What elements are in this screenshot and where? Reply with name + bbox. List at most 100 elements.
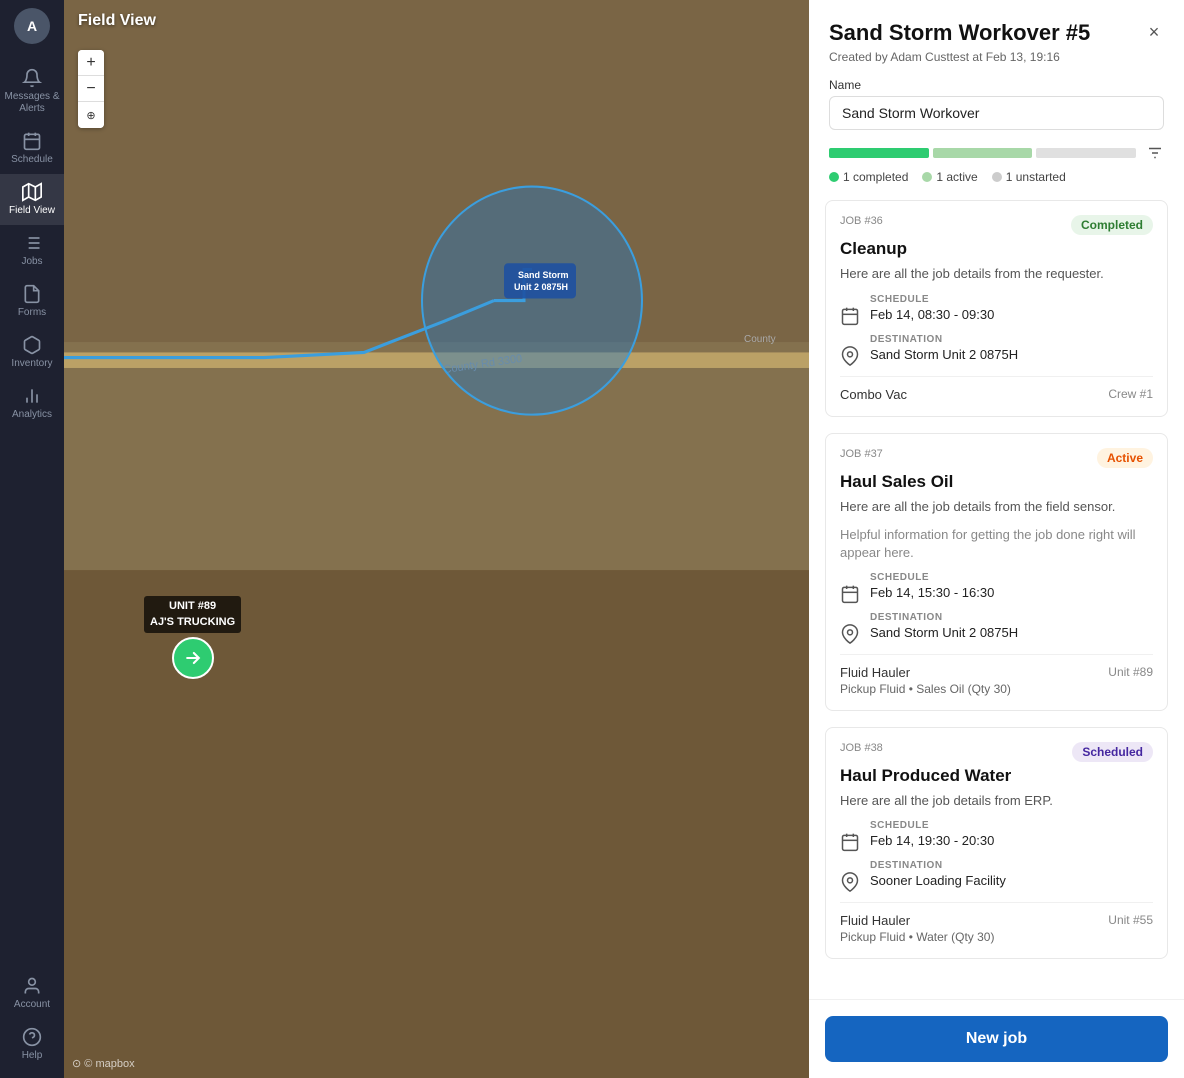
progress-bar (829, 144, 1164, 162)
calendar-icon-37 (840, 584, 860, 604)
job-37-detail: Pickup Fluid • Sales Oil (Qty 30) (840, 682, 1011, 696)
job-37-dest-row: DESTINATION Sand Storm Unit 2 0875H (840, 612, 1153, 644)
sidebar-item-messages[interactable]: Messages & Alerts (0, 60, 64, 123)
progress-filter-button[interactable] (1146, 144, 1164, 162)
sidebar-item-analytics[interactable]: Analytics (0, 378, 64, 429)
progress-section: 1 completed 1 active 1 unstarted (809, 130, 1184, 184)
field-view-title: Field View (78, 12, 156, 30)
job-38-crew-id: Unit #55 (1108, 913, 1153, 927)
location-icon (840, 346, 860, 366)
sidebar-item-help[interactable]: Help (0, 1019, 64, 1070)
active-dot (922, 172, 932, 182)
job-38-footer: Fluid Hauler Pickup Fluid • Water (Qty 3… (840, 902, 1153, 944)
job-36-crew-id: Crew #1 (1108, 387, 1153, 401)
completed-dot (829, 172, 839, 182)
job-37-crew: Fluid Hauler Pickup Fluid • Sales Oil (Q… (840, 665, 1011, 696)
mapbox-logo-icon: ⊙ (72, 1058, 81, 1070)
job-37-crew-id: Unit #89 (1108, 665, 1153, 679)
job-36-title: Cleanup (840, 239, 1153, 259)
job-37-dest-content: DESTINATION Sand Storm Unit 2 0875H (870, 612, 1153, 640)
sidebar-label-inventory: Inventory (11, 358, 52, 370)
sidebar-label-account: Account (14, 999, 50, 1011)
unit-arrow (172, 637, 214, 679)
sidebar-label-help: Help (22, 1050, 43, 1062)
job-38-crew: Fluid Hauler Pickup Fluid • Water (Qty 3… (840, 913, 994, 944)
job-37-schedule-label: SCHEDULE (870, 572, 1153, 583)
main-content: County Rd 3300 County Sand Storm Unit 2 … (64, 0, 809, 1078)
mapbox-attribution: ⊙ © mapbox (72, 1057, 135, 1070)
new-job-section: New job (809, 999, 1184, 1078)
legend-unstarted: 1 unstarted (992, 170, 1066, 184)
sidebar-item-inventory[interactable]: Inventory (0, 327, 64, 378)
job-38-schedule-row: SCHEDULE Feb 14, 19:30 - 20:30 (840, 820, 1153, 852)
job-38-description: Here are all the job details from ERP. (840, 792, 1153, 810)
job-37-schedule-content: SCHEDULE Feb 14, 15:30 - 16:30 (870, 572, 1153, 600)
calendar-icon (840, 306, 860, 326)
panel-scroll-content: JOB #36 Completed Cleanup Here are all t… (809, 184, 1184, 999)
unstarted-dot (992, 172, 1002, 182)
job-card-36: JOB #36 Completed Cleanup Here are all t… (825, 200, 1168, 416)
sidebar-item-jobs[interactable]: Jobs (0, 225, 64, 276)
sidebar-item-account[interactable]: Account (0, 968, 64, 1019)
job-36-dest-label: DESTINATION (870, 334, 1153, 345)
job-37-title: Haul Sales Oil (840, 472, 1153, 492)
legend-active: 1 active (922, 170, 977, 184)
job-38-number: JOB #38 (840, 742, 883, 754)
legend-completed: 1 completed (829, 170, 908, 184)
zoom-in-button[interactable]: + (78, 50, 104, 76)
panel-title: Sand Storm Workover #5 (829, 20, 1164, 46)
job-36-number: JOB #36 (840, 215, 883, 227)
progress-completed-bar (829, 148, 929, 158)
name-input[interactable] (829, 96, 1164, 130)
calendar-icon-38 (840, 832, 860, 852)
compass-button[interactable]: ⊕ (78, 102, 104, 128)
new-job-button[interactable]: New job (825, 1016, 1168, 1062)
sidebar-label-schedule: Schedule (11, 154, 53, 166)
sidebar-item-schedule[interactable]: Schedule (0, 123, 64, 174)
job-36-schedule-value: Feb 14, 08:30 - 09:30 (870, 307, 1153, 322)
user-avatar[interactable]: A (14, 8, 50, 44)
progress-legend: 1 completed 1 active 1 unstarted (829, 170, 1164, 184)
progress-active-bar (933, 148, 1033, 158)
job-37-schedule-value: Feb 14, 15:30 - 16:30 (870, 585, 1153, 600)
location-icon-37 (840, 624, 860, 644)
right-panel: Sand Storm Workover #5 × Created by Adam… (809, 0, 1184, 1078)
job-37-footer: Fluid Hauler Pickup Fluid • Sales Oil (Q… (840, 654, 1153, 696)
zoom-out-button[interactable]: − (78, 76, 104, 102)
progress-unstarted-bar (1036, 148, 1136, 158)
job-37-status-badge: Active (1097, 448, 1153, 468)
sidebar-label-forms: Forms (18, 307, 46, 319)
unit-marker: UNIT #89 AJ'S TRUCKING (144, 596, 241, 679)
sidebar-label-jobs: Jobs (21, 256, 42, 268)
job-38-status-badge: Scheduled (1072, 742, 1153, 762)
job-36-schedule-row: SCHEDULE Feb 14, 08:30 - 09:30 (840, 294, 1153, 326)
map-zoom-controls: + − ⊕ (78, 50, 104, 128)
job-36-status-badge: Completed (1071, 215, 1153, 235)
job-38-dest-value: Sooner Loading Facility (870, 873, 1153, 888)
job-38-dest-row: DESTINATION Sooner Loading Facility (840, 860, 1153, 892)
job-37-schedule-row: SCHEDULE Feb 14, 15:30 - 16:30 (840, 572, 1153, 604)
sidebar-item-field-view[interactable]: Field View (0, 174, 64, 225)
job-36-dest-value: Sand Storm Unit 2 0875H (870, 347, 1153, 362)
sidebar-label-field-view: Field View (9, 205, 55, 217)
job-card-38: JOB #38 Scheduled Haul Produced Water He… (825, 727, 1168, 959)
job-36-dest-row: DESTINATION Sand Storm Unit 2 0875H (840, 334, 1153, 366)
job-36-dest-content: DESTINATION Sand Storm Unit 2 0875H (870, 334, 1153, 362)
sidebar-item-forms[interactable]: Forms (0, 276, 64, 327)
job-37-header: JOB #37 Active (840, 448, 1153, 468)
unit-label: UNIT #89 AJ'S TRUCKING (144, 596, 241, 633)
close-button[interactable]: × (1140, 18, 1168, 46)
job-36-crew: Combo Vac (840, 387, 907, 402)
job-37-dest-label: DESTINATION (870, 612, 1153, 623)
job-38-dest-label: DESTINATION (870, 860, 1153, 871)
job-37-dest-value: Sand Storm Unit 2 0875H (870, 625, 1153, 640)
panel-created-by: Created by Adam Custtest at Feb 13, 19:1… (829, 50, 1164, 64)
map-area[interactable]: County Rd 3300 County Sand Storm Unit 2 … (64, 0, 809, 1078)
job-37-description: Here are all the job details from the fi… (840, 498, 1153, 516)
job-card-37: JOB #37 Active Haul Sales Oil Here are a… (825, 433, 1168, 712)
job-36-header: JOB #36 Completed (840, 215, 1153, 235)
panel-header: Sand Storm Workover #5 × Created by Adam… (809, 0, 1184, 130)
sidebar-label-analytics: Analytics (12, 409, 52, 421)
job-38-dest-content: DESTINATION Sooner Loading Facility (870, 860, 1153, 888)
job-38-schedule-value: Feb 14, 19:30 - 20:30 (870, 833, 1153, 848)
